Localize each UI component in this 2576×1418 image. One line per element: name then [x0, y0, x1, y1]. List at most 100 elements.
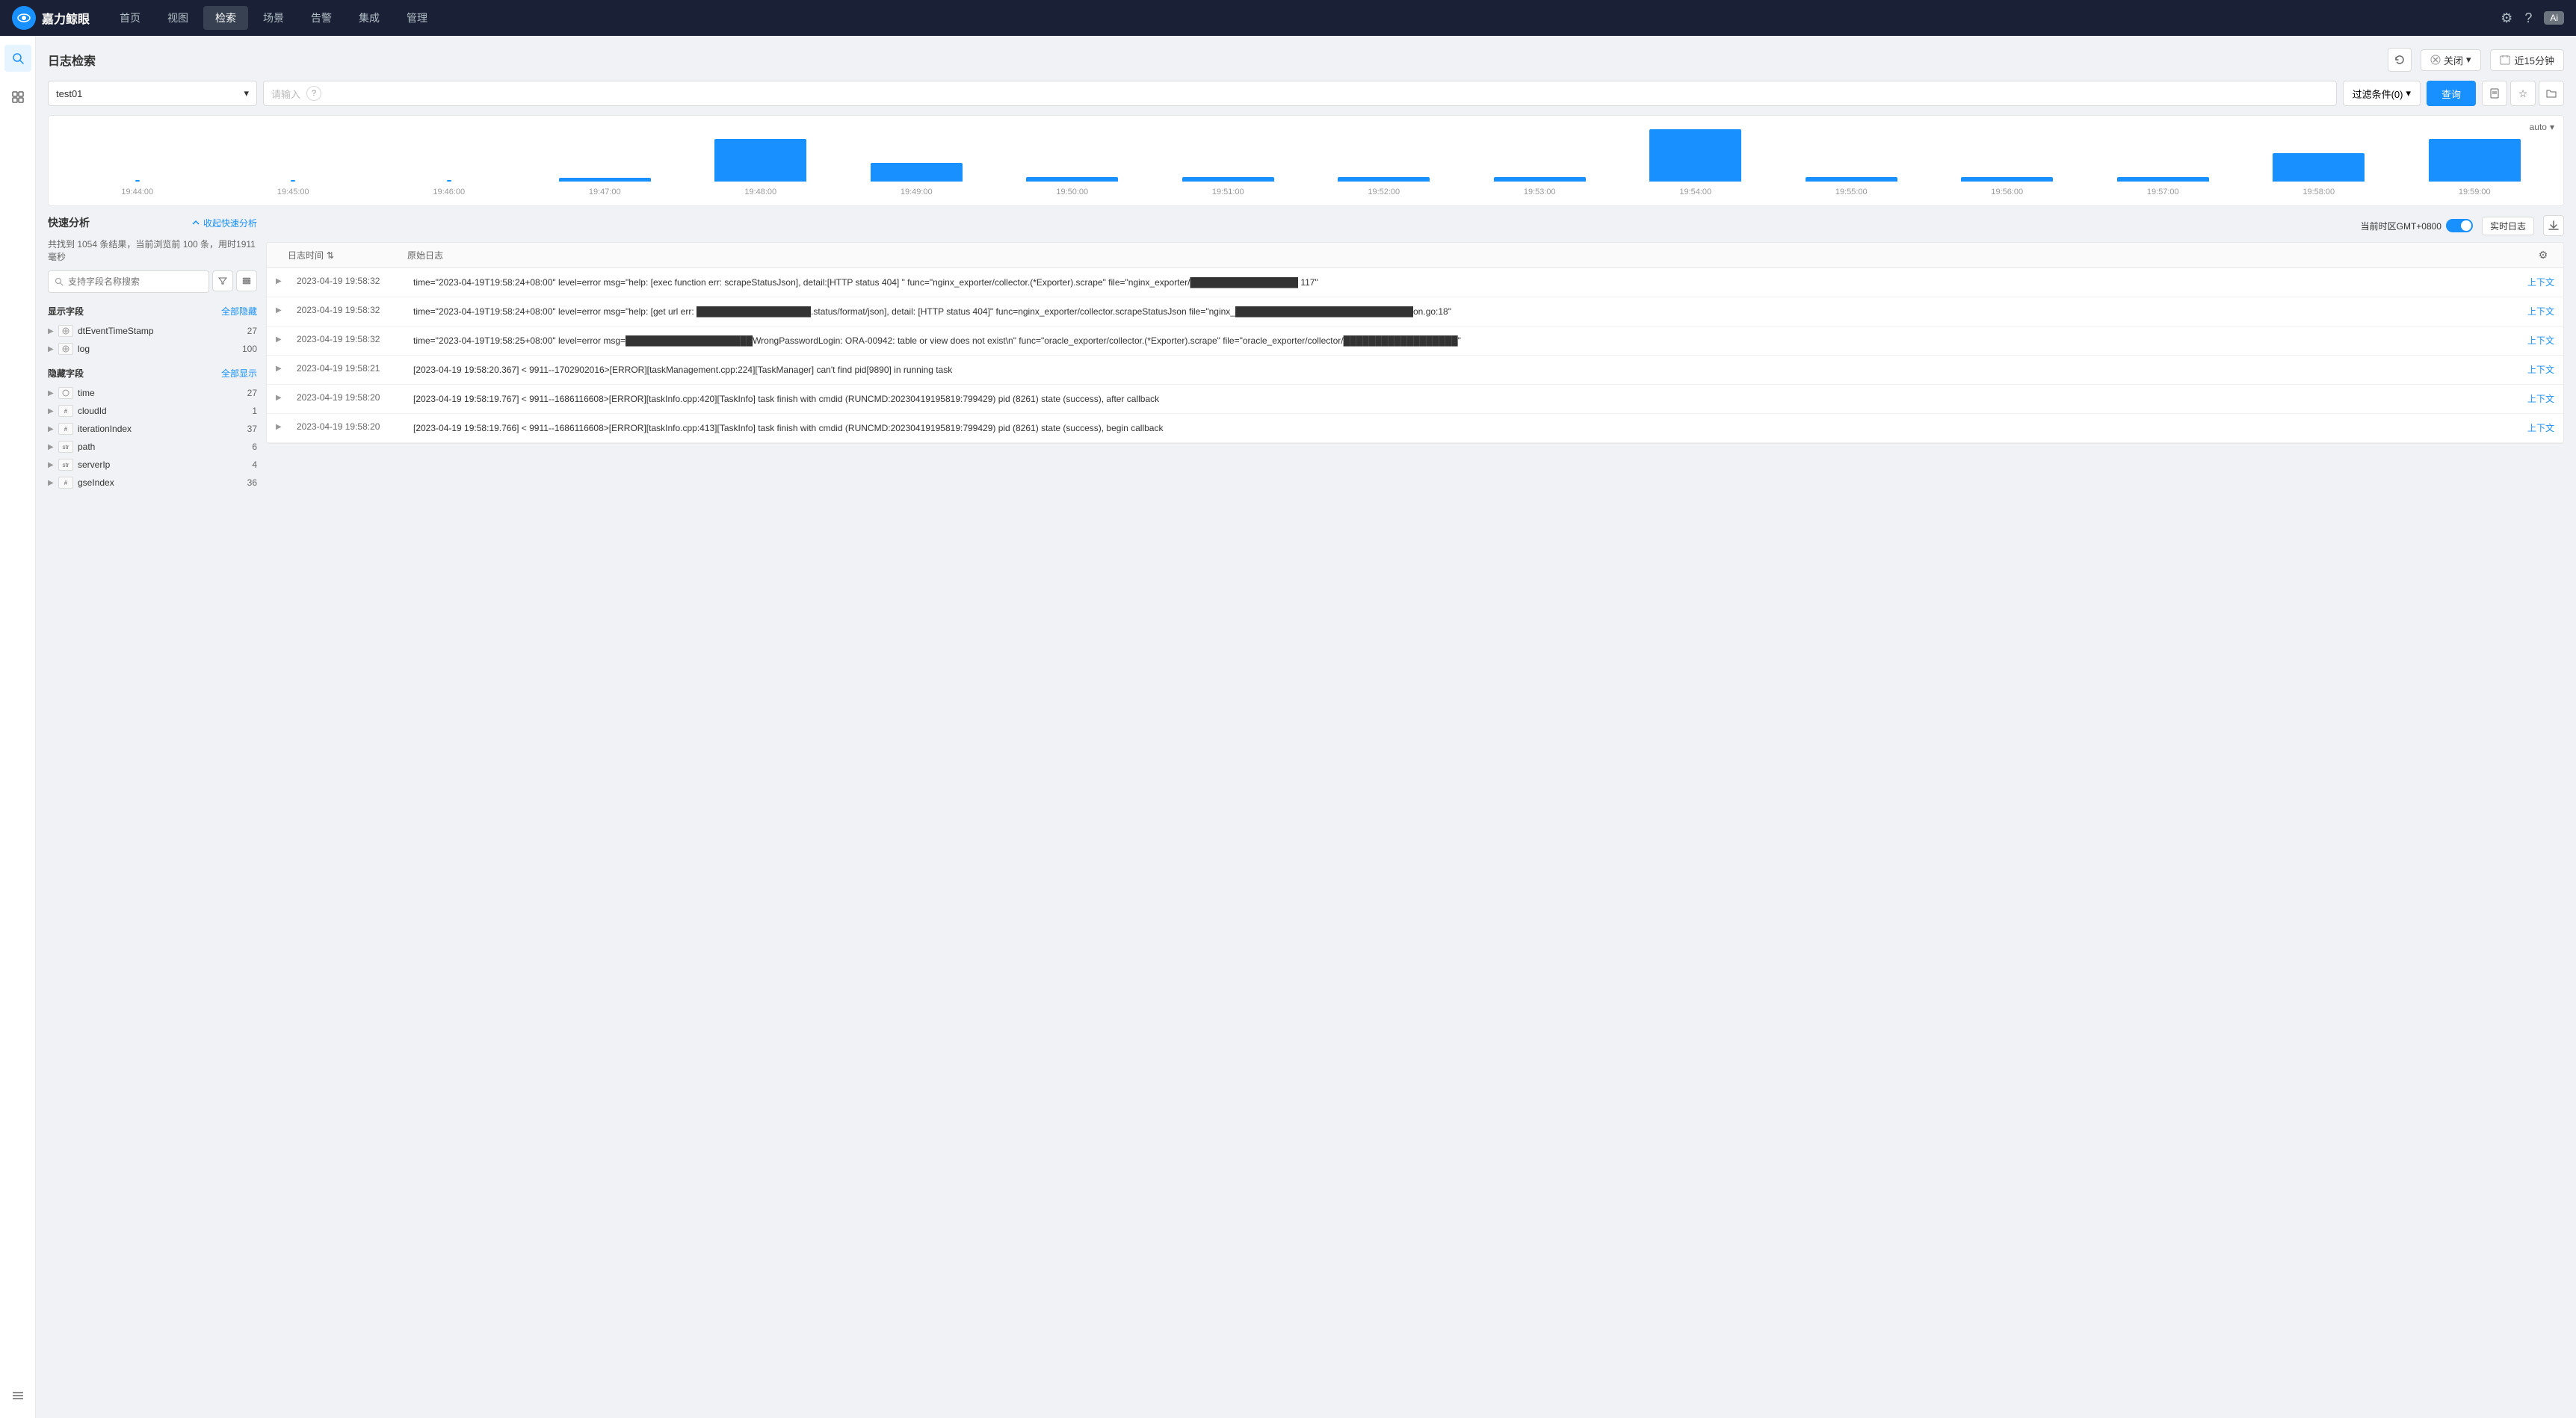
show-all-button[interactable]: 全部显示	[221, 367, 257, 380]
field-name-label: gseIndex	[78, 477, 247, 488]
layout: 日志检索 关闭 ▾	[0, 36, 2576, 1418]
star-button[interactable]: ☆	[2510, 81, 2536, 106]
timezone-toggle[interactable]	[2446, 219, 2473, 232]
chart-time-label: 19:59:00	[2398, 188, 2552, 196]
sort-icon[interactable]: ⇅	[327, 250, 334, 261]
row-expand-icon[interactable]: ▶	[276, 392, 288, 402]
display-field-item[interactable]: ▶ dtEventTimeStamp 27	[48, 322, 257, 340]
row-content: time="2023-04-19T19:58:24+08:00" level=e…	[413, 305, 2518, 318]
row-expand-icon[interactable]: ▶	[276, 276, 288, 285]
field-name-label: iterationIndex	[78, 424, 247, 434]
folder-button[interactable]	[2539, 81, 2564, 106]
nav-integration[interactable]: 集成	[347, 6, 392, 30]
row-expand-icon[interactable]: ▶	[276, 334, 288, 344]
chart-dot	[135, 180, 140, 182]
chart-bar-group	[684, 139, 838, 182]
close-chevron-icon: ▾	[2466, 54, 2471, 66]
hidden-field-item[interactable]: ▶ str path 6	[48, 438, 257, 456]
nav-alert[interactable]: 告警	[299, 6, 344, 30]
filter-label: 过滤条件(0)	[2353, 87, 2403, 101]
chart-bars	[61, 125, 2551, 185]
row-content: [2023-04-19 19:58:19.767] < 9911--168611…	[413, 392, 2518, 406]
row-context-link[interactable]: 上下文	[2527, 305, 2554, 318]
field-expand-icon: ▶	[48, 407, 58, 415]
chart-bar[interactable]	[1961, 177, 2053, 182]
row-context-link[interactable]: 上下文	[2527, 392, 2554, 405]
chart-bar[interactable]	[2117, 177, 2209, 182]
refresh-button[interactable]	[2388, 48, 2412, 72]
timezone-info: 当前时区GMT+0800	[2361, 219, 2473, 232]
nav-admin[interactable]: 管理	[395, 6, 439, 30]
chart-bar[interactable]	[1026, 177, 1118, 182]
qa-search[interactable]	[48, 270, 209, 293]
col-settings-icon[interactable]: ⚙	[2539, 249, 2548, 261]
realtime-button[interactable]: 实时日志	[2482, 217, 2534, 235]
query-button[interactable]: 查询	[2427, 81, 2476, 106]
qa-layout-button[interactable]	[236, 270, 257, 291]
qa-title: 快速分析	[48, 215, 90, 230]
download-button[interactable]	[2543, 215, 2564, 236]
chart-auto-select[interactable]: auto ▾	[2530, 122, 2554, 132]
chart-bar[interactable]	[559, 178, 651, 182]
user-avatar[interactable]: Ai	[2544, 11, 2564, 25]
help-icon[interactable]: ?	[2524, 10, 2532, 26]
chart-bar-group	[1463, 177, 1617, 182]
index-value: test01	[56, 88, 82, 99]
row-expand-icon[interactable]: ▶	[276, 305, 288, 315]
qa-search-input[interactable]	[68, 276, 203, 287]
field-name-label: path	[78, 442, 252, 452]
chart-bar[interactable]	[2429, 139, 2521, 182]
hide-all-button[interactable]: 全部隐藏	[221, 305, 257, 318]
hidden-field-item[interactable]: ▶ # gseIndex 36	[48, 474, 257, 492]
hidden-field-item[interactable]: ▶ time 27	[48, 384, 257, 402]
row-context-link[interactable]: 上下文	[2527, 334, 2554, 347]
sidebar-grid-icon[interactable]	[4, 84, 31, 111]
col-settings[interactable]: ⚙	[2532, 249, 2554, 261]
chart-bar[interactable]	[1182, 177, 1274, 182]
row-expand-icon[interactable]: ▶	[276, 363, 288, 373]
col-time-header: 日志时间 ⇅	[288, 249, 407, 261]
sidebar-menu-icon[interactable]	[4, 1382, 31, 1409]
display-fields-section: 显示字段 全部隐藏 ▶ dtEventTimeStamp 27 ▶ log 10…	[48, 305, 257, 358]
filter-button[interactable]: 过滤条件(0) ▾	[2343, 81, 2421, 106]
row-expand-icon[interactable]: ▶	[276, 421, 288, 431]
time-display[interactable]: 近15分钟	[2490, 49, 2564, 71]
search-input-container[interactable]: 请输入 ?	[263, 81, 2337, 106]
nav-home[interactable]: 首页	[108, 6, 152, 30]
row-context-link[interactable]: 上下文	[2527, 276, 2554, 288]
index-select[interactable]: test01 ▾	[48, 81, 257, 106]
chart-bar[interactable]	[871, 163, 963, 182]
settings-icon[interactable]: ⚙	[2501, 10, 2512, 26]
close-button[interactable]: 关闭 ▾	[2421, 49, 2481, 71]
nav-scene[interactable]: 场景	[251, 6, 296, 30]
chart-bar-group	[995, 177, 1149, 182]
row-context-link[interactable]: 上下文	[2527, 421, 2554, 434]
chart-bar[interactable]	[714, 139, 806, 182]
search-help-icon[interactable]: ?	[306, 86, 321, 101]
sidebar-search-icon[interactable]	[4, 45, 31, 72]
hidden-field-item[interactable]: ▶ # cloudId 1	[48, 402, 257, 420]
qa-collapse-button[interactable]: 收起快速分析	[191, 217, 257, 229]
hidden-field-item[interactable]: ▶ # iterationIndex 37	[48, 420, 257, 438]
field-name-label: serverIp	[78, 459, 252, 470]
nav-search[interactable]: 检索	[203, 6, 248, 30]
chart-bar[interactable]	[1338, 177, 1430, 182]
row-context-link[interactable]: 上下文	[2527, 363, 2554, 376]
display-fields-list: ▶ dtEventTimeStamp 27 ▶ log 100	[48, 322, 257, 358]
field-count-label: 4	[252, 459, 257, 470]
filter-chevron-icon: ▾	[2406, 87, 2411, 99]
chart-bar[interactable]	[2273, 153, 2365, 182]
display-field-item[interactable]: ▶ log 100	[48, 340, 257, 358]
chart-bar[interactable]	[1649, 129, 1741, 182]
chart-time-label: 19:49:00	[840, 188, 994, 196]
nav-view[interactable]: 视图	[155, 6, 200, 30]
chart-time-label: 19:44:00	[61, 188, 214, 196]
chart-bar-group	[372, 180, 526, 182]
chart-time-label: 19:55:00	[1775, 188, 1929, 196]
qa-filter-button[interactable]	[212, 270, 233, 291]
chart-bar[interactable]	[1806, 177, 1897, 182]
field-count-label: 37	[247, 424, 257, 434]
save-query-button[interactable]	[2482, 81, 2507, 106]
chart-bar[interactable]	[1494, 177, 1586, 182]
hidden-field-item[interactable]: ▶ str serverIp 4	[48, 456, 257, 474]
